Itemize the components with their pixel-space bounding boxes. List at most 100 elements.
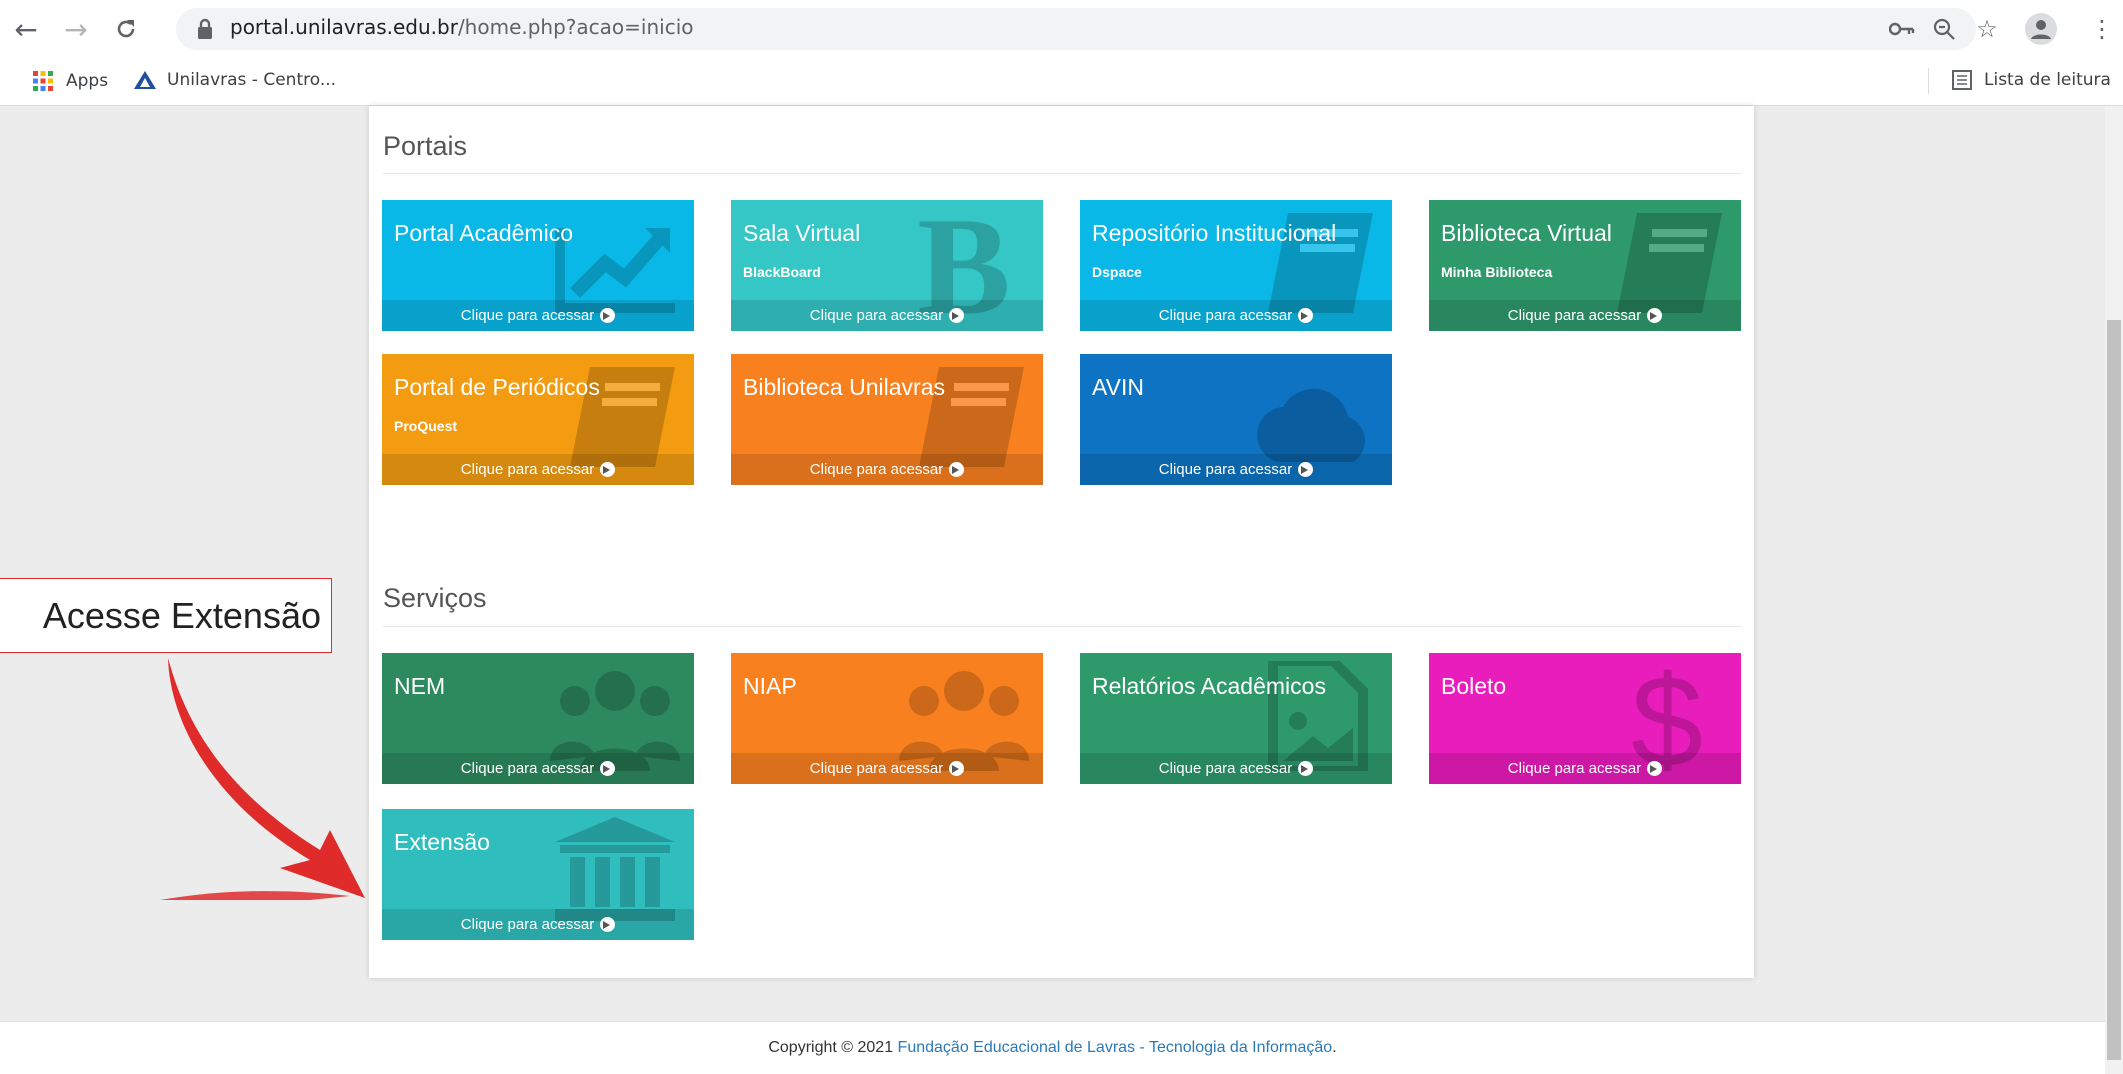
tile-servicos-1[interactable]: NIAP Clique para acessar (731, 653, 1043, 784)
tile-cta[interactable]: Clique para acessar (731, 753, 1043, 784)
arrow-circle-right-icon (949, 761, 965, 776)
url-text[interactable]: portal.unilavras.edu.br/home.php?acao=in… (230, 15, 694, 39)
tile-portais-6[interactable]: AVIN Clique para acessar (1080, 354, 1392, 485)
reading-list[interactable]: Lista de leitura (1952, 70, 2111, 90)
footer-link[interactable]: Fundação Educacional de Lavras - Tecnolo… (898, 1039, 1333, 1056)
reload-icon[interactable] (108, 11, 144, 47)
tile-cta-label: Clique para acessar (1158, 307, 1293, 324)
bookmark-separator (1928, 68, 1929, 94)
arrow-circle-right-icon (1647, 761, 1663, 776)
profile-avatar[interactable] (2024, 12, 2058, 46)
lock-icon[interactable] (196, 18, 218, 40)
tile-cta[interactable]: Clique para acessar (731, 300, 1043, 331)
annotation-callout: Acesse Extensão (0, 578, 332, 653)
menu-icon[interactable]: ⋮ (2090, 12, 2114, 46)
tile-cta-label: Clique para acessar (460, 760, 595, 777)
bookmark-apps[interactable]: Apps (32, 70, 108, 92)
tile-cta-label: Clique para acessar (809, 307, 944, 324)
bookmark-unilavras[interactable]: Unilavras - Centro... (133, 70, 336, 90)
footer-copyright: Copyright © 2021 Fundação Educacional de… (0, 1039, 2105, 1057)
tile-title: NEM (394, 673, 446, 699)
annotation-arrow (160, 658, 365, 900)
forward-icon[interactable]: → (58, 11, 94, 47)
tile-title: Portal de Periódicos (394, 374, 600, 400)
section-title-portais: Portais (383, 131, 468, 161)
tile-subtitle: BlackBoard (743, 264, 821, 280)
browser-toolbar: ← → portal.unilavras.edu.br/home.php?aca… (0, 0, 2123, 58)
apps-grid-icon (33, 71, 53, 91)
tile-cta-label: Clique para acessar (460, 916, 595, 933)
tile-title: Biblioteca Virtual (1441, 220, 1612, 246)
key-icon[interactable] (1886, 12, 1918, 46)
tile-cta-label: Clique para acessar (1507, 307, 1642, 324)
copyright-prefix: Copyright © 2021 (768, 1039, 898, 1056)
tile-subtitle: ProQuest (394, 418, 458, 434)
reading-list-icon (1952, 70, 1972, 90)
tile-title: AVIN (1092, 374, 1144, 400)
tile-title: Portal Acadêmico (394, 220, 573, 246)
arrow-circle-right-icon (949, 462, 965, 477)
unilavras-logo-icon (134, 71, 156, 89)
tile-cta[interactable]: Clique para acessar (382, 909, 694, 940)
copyright-suffix: . (1332, 1039, 1337, 1056)
arrow-circle-right-icon (600, 917, 616, 932)
arrow-circle-right-icon (600, 308, 616, 323)
tile-servicos-2[interactable]: Relatórios Acadêmicos Clique para acessar (1080, 653, 1392, 784)
tile-cta[interactable]: Clique para acessar (731, 454, 1043, 485)
annotation-text: Acesse Extensão (42, 594, 321, 636)
arrow-circle-right-icon (600, 761, 616, 776)
tile-portais-4[interactable]: Portal de Periódicos ProQuest Clique para … (382, 354, 694, 485)
tile-subtitle: Minha Biblioteca (1441, 264, 1553, 280)
zoom-icon[interactable] (1928, 12, 1960, 46)
arrow-circle-right-icon (1298, 308, 1314, 323)
tile-portais-0[interactable]: Portal Acadêmico Clique para acessar (382, 200, 694, 331)
tile-title: NIAP (743, 673, 797, 699)
tile-portais-5[interactable]: Biblioteca Unilavras Clique para acessar (731, 354, 1043, 485)
reading-list-label: Lista de leitura (1984, 70, 2111, 90)
tile-cta-label: Clique para acessar (460, 461, 595, 478)
tile-cta[interactable]: Clique para acessar (1429, 300, 1741, 331)
tile-cta[interactable]: Clique para acessar (1080, 753, 1392, 784)
arrow-circle-right-icon (1298, 462, 1314, 477)
tile-cta[interactable]: Clique para acessar (382, 300, 694, 331)
tile-cta[interactable]: Clique para acessar (382, 753, 694, 784)
tile-cta-label: Clique para acessar (1158, 760, 1293, 777)
back-icon[interactable]: ← (8, 11, 44, 47)
arrow-circle-right-icon (949, 308, 965, 323)
tile-cta-label: Clique para acessar (1158, 461, 1293, 478)
tile-cta[interactable]: Clique para acessar (1429, 753, 1741, 784)
tile-title: Biblioteca Unilavras (743, 374, 945, 400)
arrow-circle-right-icon (1298, 761, 1314, 776)
scrollbar-thumb[interactable] (2107, 320, 2121, 1060)
bookmark-label: Apps (66, 71, 109, 91)
tile-portais-2[interactable]: Repositório Institucional Dspace Clique pa… (1080, 200, 1392, 331)
url-host: portal.unilavras.edu.br (230, 15, 458, 39)
tile-servicos-0[interactable]: NEM Clique para acessar (382, 653, 694, 784)
arrow-circle-right-icon (600, 462, 616, 477)
tile-cta-label: Clique para acessar (1507, 760, 1642, 777)
tile-cta-label: Clique para acessar (809, 461, 944, 478)
tile-servicos-4[interactable]: Extensão Clique para acessar (382, 809, 694, 940)
tile-cta[interactable]: Clique para acessar (1080, 300, 1392, 331)
tile-title: Relatórios Acadêmicos (1092, 673, 1326, 699)
tile-title: Sala Virtual (743, 220, 861, 246)
tile-title: Extensão (394, 829, 490, 855)
tile-servicos-3[interactable]: $ Boleto Clique para acessar (1429, 653, 1741, 784)
tile-portais-1[interactable]: B Sala Virtual BlackBoard Clique para acess… (731, 200, 1043, 331)
bookmarks-bar: Apps Unilavras - Centro... Lista de leit… (0, 58, 2123, 106)
bookmark-label: Unilavras - Centro... (167, 70, 337, 90)
section-divider (383, 173, 1741, 174)
tile-title: Repositório Institucional (1092, 220, 1337, 246)
section-title-servicos: Serviços (383, 583, 487, 613)
tile-cta-label: Clique para acessar (809, 760, 944, 777)
tile-cta[interactable]: Clique para acessar (382, 454, 694, 485)
tile-cta-label: Clique para acessar (460, 307, 595, 324)
tile-portais-3[interactable]: Biblioteca Virtual Minha Biblioteca Clique… (1429, 200, 1741, 331)
tile-subtitle: Dspace (1092, 264, 1142, 280)
star-icon[interactable]: ☆ (1970, 12, 2004, 46)
section-divider (383, 626, 1741, 627)
arrow-circle-right-icon (1647, 308, 1663, 323)
url-path: /home.php?acao=inicio (457, 15, 694, 39)
tile-cta[interactable]: Clique para acessar (1080, 454, 1392, 485)
tile-title: Boleto (1441, 673, 1507, 699)
